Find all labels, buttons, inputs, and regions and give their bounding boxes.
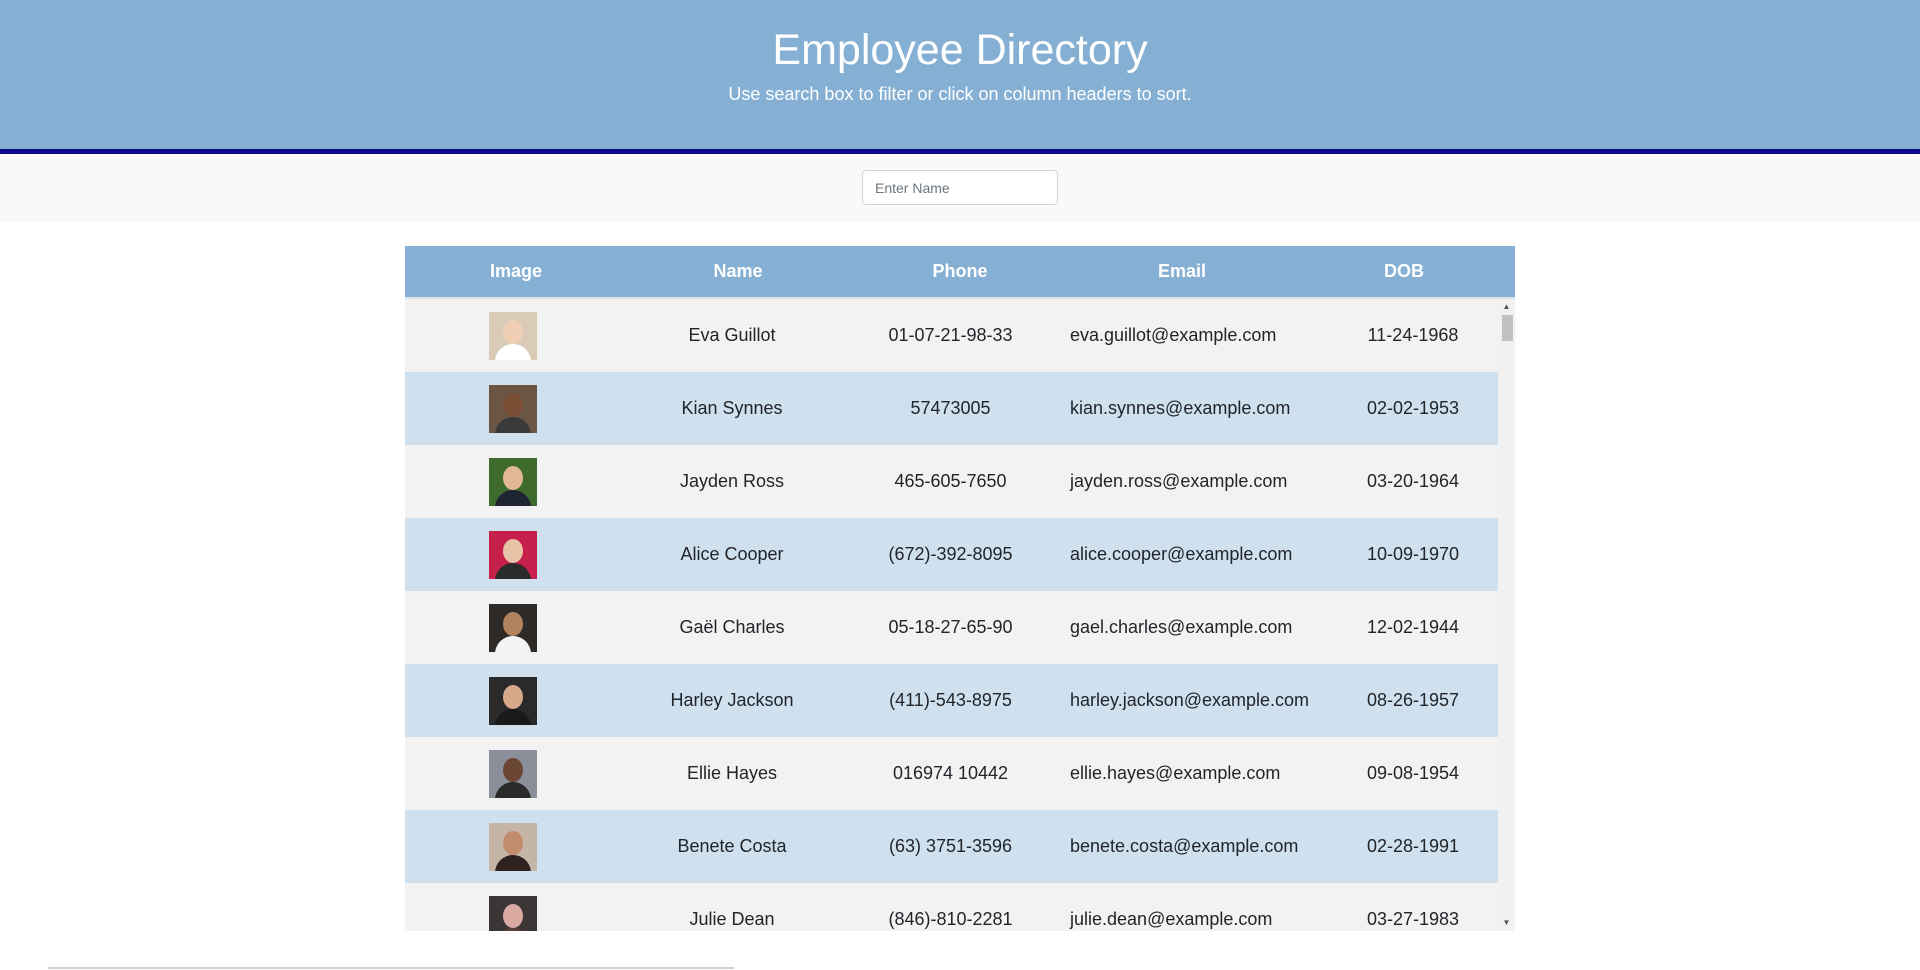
employee-photo xyxy=(489,384,537,433)
employee-photo xyxy=(489,749,537,798)
scroll-down-arrow-icon[interactable]: ▼ xyxy=(1498,917,1515,929)
column-header-phone[interactable]: Phone xyxy=(849,246,1071,297)
employee-name: Gaël Charles xyxy=(679,617,785,637)
employee-name: Ellie Hayes xyxy=(686,763,778,783)
employee-email: alice.cooper@example.com xyxy=(1070,544,1293,564)
table-row: Eva Guillot 01-07-21-98-33 eva.guillot@exa… xyxy=(405,299,1498,372)
vertical-scrollbar[interactable]: ▲ ▼ xyxy=(1498,299,1515,931)
table-row: Kian Synnes 57473005 kian.synnes@example.c… xyxy=(405,372,1498,445)
image-cell xyxy=(405,822,621,871)
employee-photo xyxy=(489,530,537,579)
scrollbar-thumb[interactable] xyxy=(1502,315,1513,341)
column-header-dob[interactable]: DOB xyxy=(1293,246,1515,297)
employee-phone: (846)-810-2281 xyxy=(888,909,1013,929)
employee-name: Benete Costa xyxy=(677,836,787,856)
employee-phone: 016974 10442 xyxy=(892,763,1009,783)
employee-phone: (672)-392-8095 xyxy=(888,544,1013,564)
employee-name: Alice Cooper xyxy=(680,544,784,564)
image-cell xyxy=(405,311,621,360)
employee-photo xyxy=(489,895,537,931)
page-subtitle: Use search box to filter or click on col… xyxy=(728,84,1192,104)
image-cell xyxy=(405,676,621,725)
employee-dob: 03-27-1983 xyxy=(1366,909,1460,929)
employee-dob: 02-02-1953 xyxy=(1366,398,1460,418)
column-header-image[interactable]: Image xyxy=(405,246,627,297)
employee-name: Harley Jackson xyxy=(670,690,794,710)
table-header: Image Name Phone Email DOB xyxy=(405,246,1515,299)
employee-photo xyxy=(489,603,537,652)
search-input[interactable] xyxy=(862,170,1058,205)
employee-dob: 08-26-1957 xyxy=(1366,690,1460,710)
employee-dob: 09-08-1954 xyxy=(1366,763,1460,783)
employee-dob: 02-28-1991 xyxy=(1366,836,1460,856)
employee-email: kian.synnes@example.com xyxy=(1070,398,1291,418)
employee-phone: 465-605-7650 xyxy=(894,471,1007,491)
employee-name: Jayden Ross xyxy=(679,471,785,491)
employee-name: Julie Dean xyxy=(689,909,775,929)
employee-email: ellie.hayes@example.com xyxy=(1070,763,1281,783)
bottom-divider xyxy=(48,967,734,969)
employee-name: Eva Guillot xyxy=(688,325,776,345)
image-cell xyxy=(405,530,621,579)
image-cell xyxy=(405,603,621,652)
table-row: Alice Cooper (672)-392-8095 alice.cooper@e… xyxy=(405,518,1498,591)
employee-email: gael.charles@example.com xyxy=(1070,617,1293,637)
employee-email: julie.dean@example.com xyxy=(1070,909,1273,929)
employee-dob: 12-02-1944 xyxy=(1366,617,1460,637)
table-row: Ellie Hayes 016974 10442 ellie.hayes@examp… xyxy=(405,737,1498,810)
employee-photo xyxy=(489,676,537,725)
employee-photo xyxy=(489,822,537,871)
employee-email: benete.costa@example.com xyxy=(1070,836,1299,856)
employee-phone: 01-07-21-98-33 xyxy=(888,325,1013,345)
employee-dob: 03-20-1964 xyxy=(1366,471,1460,491)
table-row: Jayden Ross 465-605-7650 jayden.ross@examp… xyxy=(405,445,1498,518)
employee-phone: (63) 3751-3596 xyxy=(888,836,1013,856)
table-row: Gaël Charles 05-18-27-65-90 gael.charles@e… xyxy=(405,591,1498,664)
image-cell xyxy=(405,895,621,931)
employee-phone: 05-18-27-65-90 xyxy=(888,617,1013,637)
employee-dob: 11-24-1968 xyxy=(1367,325,1459,345)
column-header-name[interactable]: Name xyxy=(627,246,849,297)
column-header-email[interactable]: Email xyxy=(1071,246,1293,297)
employee-dob: 10-09-1970 xyxy=(1366,544,1460,564)
employee-photo xyxy=(489,311,537,360)
employee-name: Kian Synnes xyxy=(681,398,783,418)
employee-email: harley.jackson@example.com xyxy=(1070,690,1310,710)
table-row: Julie Dean (846)-810-2281 julie.dean@examp… xyxy=(405,883,1498,931)
page-header: Employee Directory Use search box to fil… xyxy=(0,0,1920,154)
table-body-scroll[interactable]: Eva Guillot 01-07-21-98-33 eva.guillot@exa… xyxy=(405,299,1515,931)
employee-email: jayden.ross@example.com xyxy=(1070,471,1288,491)
image-cell xyxy=(405,457,621,506)
table-row: Harley Jackson (411)-543-8975 harley.jacks… xyxy=(405,664,1498,737)
page-title: Employee Directory xyxy=(772,26,1148,74)
table-body: Eva Guillot 01-07-21-98-33 eva.guillot@exa… xyxy=(405,299,1498,931)
search-bar xyxy=(0,154,1920,222)
scroll-up-arrow-icon[interactable]: ▲ xyxy=(1498,301,1515,313)
employee-table: Image Name Phone Email DOB Eva Guillot 01… xyxy=(405,246,1515,931)
table-row: Benete Costa (63) 3751-3596 benete.costa@e… xyxy=(405,810,1498,883)
image-cell xyxy=(405,384,621,433)
employee-photo xyxy=(489,457,537,506)
employee-phone: 57473005 xyxy=(910,398,991,418)
image-cell xyxy=(405,749,621,798)
employee-email: eva.guillot@example.com xyxy=(1070,325,1277,345)
employee-phone: (411)-543-8975 xyxy=(889,690,1012,710)
